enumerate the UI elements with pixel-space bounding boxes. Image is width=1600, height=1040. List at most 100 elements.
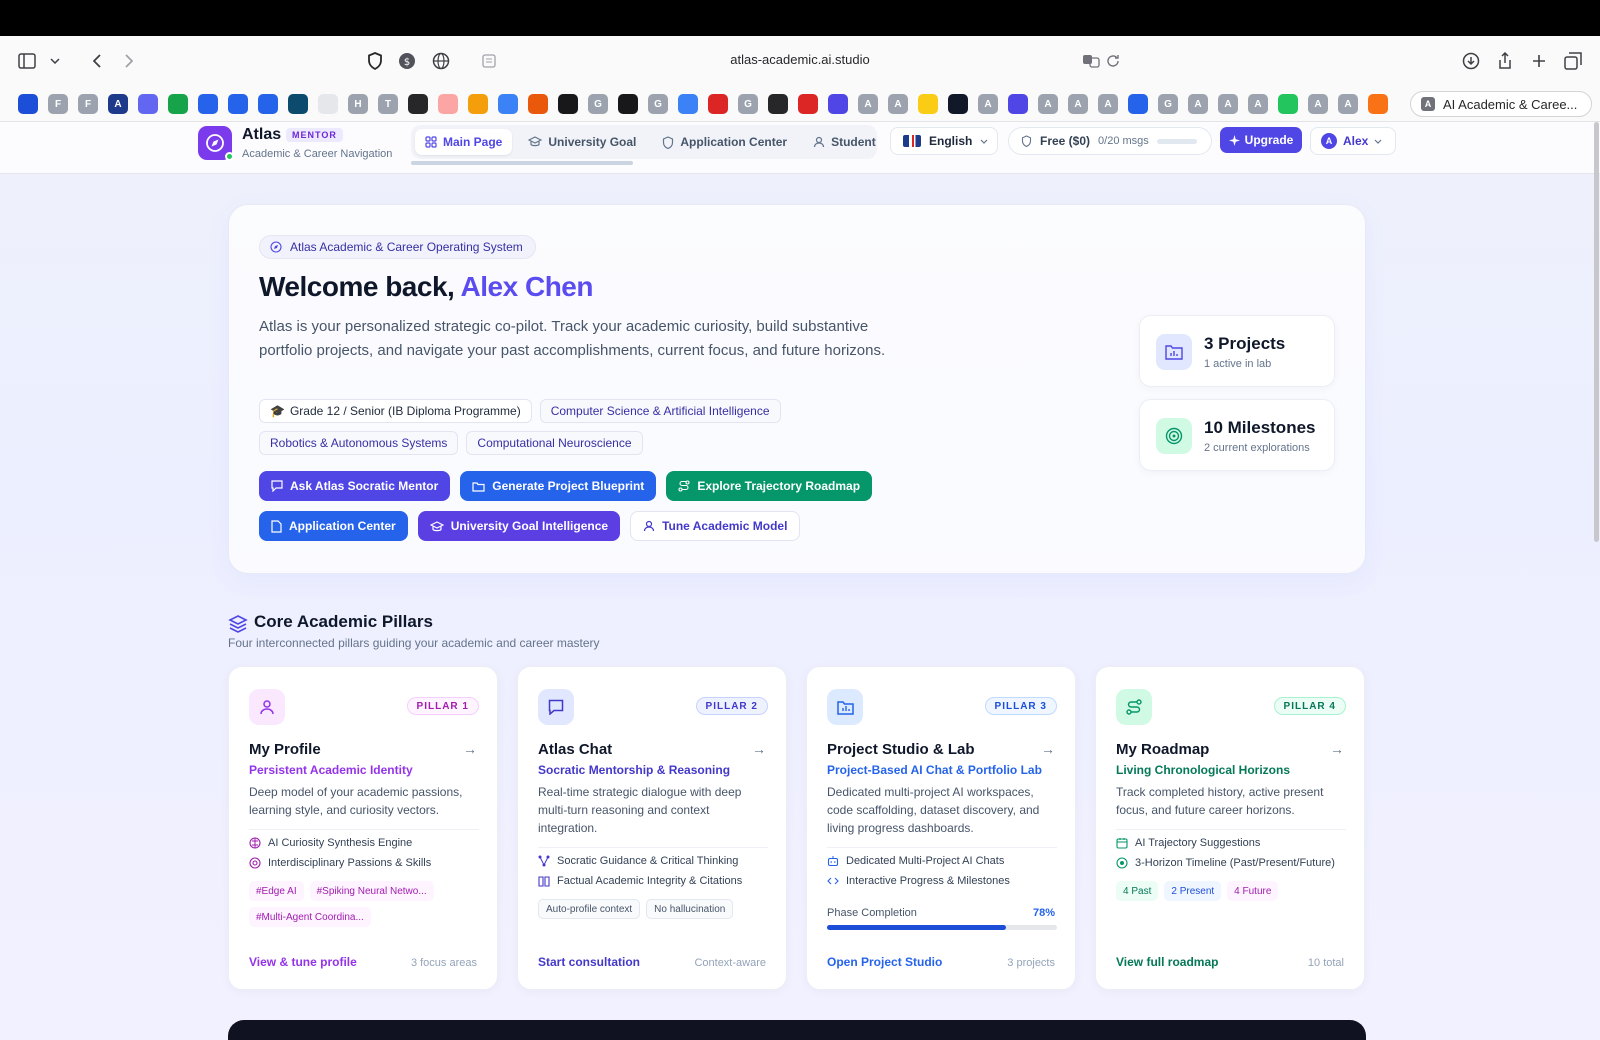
bookmark-favicon[interactable] (918, 94, 938, 114)
university-goal-button[interactable]: University Goal Intelligence (417, 511, 621, 541)
feature-item: AI Curiosity Synthesis Engine (249, 837, 412, 849)
bookmark-favicon[interactable]: F (48, 94, 68, 114)
reload-icon[interactable] (1102, 50, 1124, 72)
bookmark-favicon[interactable] (828, 94, 848, 114)
bookmark-favicon[interactable]: A (888, 94, 908, 114)
bookmark-favicon[interactable] (618, 94, 638, 114)
bookmark-favicon[interactable]: G (588, 94, 608, 114)
bookmark-favicon[interactable] (318, 94, 338, 114)
language-selector[interactable]: English (890, 127, 998, 155)
bookmark-favicon[interactable] (258, 94, 278, 114)
arrow-right-icon[interactable]: → (1041, 741, 1055, 757)
pillar-card-project-studio[interactable]: PILLAR 3 Project Studio & Lab → Project-… (806, 666, 1076, 990)
bookmark-favicon[interactable] (708, 94, 728, 114)
page-scrollbar[interactable] (1594, 122, 1599, 542)
bookmark-favicon[interactable] (948, 94, 968, 114)
bookmark-favicon[interactable]: A (1248, 94, 1268, 114)
focus-tag[interactable]: #Spiking Neural Netwo... (309, 881, 434, 901)
bookmark-favicon[interactable]: G (738, 94, 758, 114)
card-link[interactable]: Open Project Studio (827, 955, 942, 969)
arrow-right-icon[interactable]: → (463, 741, 477, 757)
tab-main-page[interactable]: Main Page (415, 129, 513, 155)
arrow-right-icon[interactable]: → (1330, 741, 1344, 757)
tab-application-center[interactable]: Application Center (652, 129, 797, 155)
focus-tag[interactable]: #Edge AI (249, 881, 304, 901)
translate-icon[interactable] (1080, 50, 1102, 72)
tab-overview-icon[interactable] (1562, 50, 1584, 72)
bookmark-favicon[interactable]: F (78, 94, 98, 114)
bookmark-favicon[interactable]: A (1038, 94, 1058, 114)
bookmark-favicon[interactable]: G (1158, 94, 1178, 114)
bookmark-favicon[interactable] (18, 94, 38, 114)
bookmark-favicon[interactable]: A (978, 94, 998, 114)
bookmark-favicon[interactable] (558, 94, 578, 114)
projects-stat-card[interactable]: 3 Projects 1 active in lab (1139, 315, 1335, 387)
user-menu[interactable]: A Alex (1310, 127, 1396, 155)
address-bar[interactable]: atlas-academic.ai.studio (600, 52, 1000, 67)
bookmark-favicon[interactable]: A (1098, 94, 1118, 114)
progress-bar (827, 925, 1057, 930)
forward-icon[interactable] (118, 50, 140, 72)
share-icon[interactable] (1494, 50, 1516, 72)
tab-university-goal[interactable]: University Goal (518, 129, 646, 155)
bookmark-favicon[interactable] (408, 94, 428, 114)
bookmark-favicon[interactable]: T (378, 94, 398, 114)
bookmark-favicon[interactable] (438, 94, 458, 114)
bookmark-favicon[interactable] (288, 94, 308, 114)
plan-usage[interactable]: Free ($0) 0/20 msgs (1008, 127, 1212, 155)
bookmark-favicon[interactable]: A (1338, 94, 1358, 114)
bookmark-favicon[interactable] (1368, 94, 1388, 114)
bookmark-favicon[interactable]: A (858, 94, 878, 114)
tab-student[interactable]: Student (803, 129, 877, 155)
card-link[interactable]: View & tune profile (249, 955, 357, 969)
bookmark-favicon[interactable] (1278, 94, 1298, 114)
nav-scrollbar[interactable] (411, 161, 633, 165)
focus-tag[interactable]: #Multi-Agent Coordina... (249, 907, 371, 927)
sidebar-toggle-icon[interactable] (16, 50, 38, 72)
bookmark-favicon[interactable] (168, 94, 188, 114)
explore-roadmap-button[interactable]: Explore Trajectory Roadmap (666, 471, 873, 501)
active-tab[interactable]: A AI Academic & Caree... (1410, 91, 1592, 117)
bookmark-favicon[interactable] (528, 94, 548, 114)
pillar-card-roadmap[interactable]: PILLAR 4 My Roadmap → Living Chronologic… (1095, 666, 1365, 990)
bookmark-favicon[interactable] (678, 94, 698, 114)
arrow-right-icon[interactable]: → (752, 741, 766, 757)
bookmark-favicon[interactable]: A (1308, 94, 1328, 114)
card-link[interactable]: Start consultation (538, 955, 640, 969)
bookmark-favicon[interactable]: A (1188, 94, 1208, 114)
feature-item: Factual Academic Integrity & Citations (538, 875, 742, 887)
download-icon[interactable] (1460, 50, 1482, 72)
card-link[interactable]: View full roadmap (1116, 955, 1218, 969)
reader-icon[interactable] (478, 50, 500, 72)
milestones-stat-card[interactable]: 10 Milestones 2 current explorations (1139, 399, 1335, 471)
bookmark-favicon[interactable] (1128, 94, 1148, 114)
bookmark-favicon[interactable] (138, 94, 158, 114)
globe-icon[interactable] (430, 50, 452, 72)
bookmark-favicon[interactable] (1008, 94, 1028, 114)
bookmark-favicon[interactable] (198, 94, 218, 114)
bookmark-favicon[interactable]: A (1218, 94, 1238, 114)
new-tab-icon[interactable] (1528, 50, 1550, 72)
chevron-down-icon[interactable] (44, 50, 66, 72)
bookmark-favicon[interactable] (798, 94, 818, 114)
bookmark-favicon[interactable]: A (108, 94, 128, 114)
bookmark-favicon[interactable]: G (648, 94, 668, 114)
back-icon[interactable] (86, 50, 108, 72)
button-label: Tune Academic Model (662, 519, 788, 533)
dollar-extension-icon[interactable]: $ (396, 50, 418, 72)
pillar-card-chat[interactable]: PILLAR 2 Atlas Chat → Socratic Mentorshi… (517, 666, 787, 990)
application-center-button[interactable]: Application Center (259, 511, 408, 541)
tune-model-button[interactable]: Tune Academic Model (630, 511, 801, 541)
bookmark-favicon[interactable] (468, 94, 488, 114)
ask-mentor-button[interactable]: Ask Atlas Socratic Mentor (259, 471, 451, 501)
bookmark-favicon[interactable]: H (348, 94, 368, 114)
plan-name: Free ($0) (1040, 134, 1091, 148)
generate-blueprint-button[interactable]: Generate Project Blueprint (460, 471, 657, 501)
pillar-card-profile[interactable]: PILLAR 1 My Profile → Persistent Academi… (228, 666, 498, 990)
shield-extension-icon[interactable] (364, 50, 386, 72)
upgrade-button[interactable]: Upgrade (1220, 127, 1302, 153)
bookmark-favicon[interactable] (768, 94, 788, 114)
bookmark-favicon[interactable]: A (1068, 94, 1088, 114)
bookmark-favicon[interactable] (498, 94, 518, 114)
bookmark-favicon[interactable] (228, 94, 248, 114)
